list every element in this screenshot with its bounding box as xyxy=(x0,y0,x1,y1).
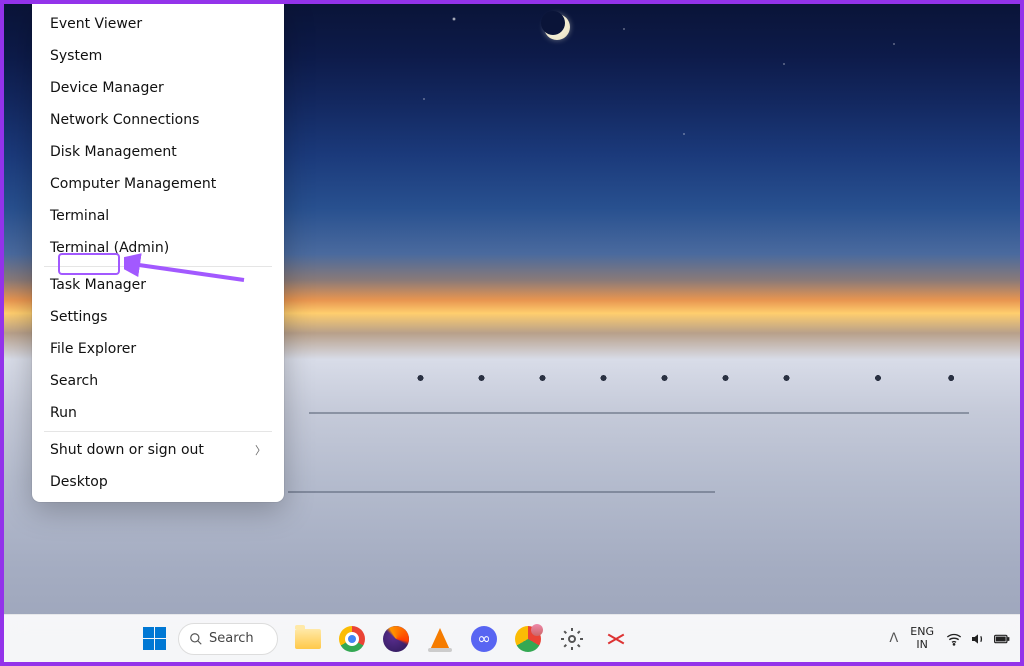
lang-line2: IN xyxy=(910,639,934,651)
tray-status-icons[interactable] xyxy=(946,631,1010,647)
menu-label: Event Viewer xyxy=(50,16,142,32)
menu-label: Terminal xyxy=(50,208,109,224)
menu-item-network-connections[interactable]: Network Connections xyxy=(36,104,280,136)
menu-item-shut-down[interactable]: Shut down or sign out 〉 xyxy=(36,434,280,466)
menu-item-system[interactable]: System xyxy=(36,40,280,72)
menu-label: Terminal (Admin) xyxy=(50,240,169,256)
menu-label: Device Manager xyxy=(50,80,164,96)
snipping-tool-icon xyxy=(602,625,630,653)
start-button[interactable] xyxy=(134,619,174,659)
menu-label: System xyxy=(50,48,102,64)
search-icon xyxy=(189,632,203,646)
taskbar-vlc[interactable] xyxy=(420,619,460,659)
battery-icon xyxy=(994,631,1010,647)
chrome-profile-icon xyxy=(514,625,542,653)
tray-overflow-button[interactable]: ᐱ xyxy=(889,631,898,646)
volume-icon xyxy=(970,631,986,647)
system-tray: ᐱ ENG IN xyxy=(889,626,1010,650)
menu-item-terminal[interactable]: Terminal xyxy=(36,200,280,232)
menu-item-disk-management[interactable]: Disk Management xyxy=(36,136,280,168)
menu-label: Desktop xyxy=(50,474,108,490)
menu-item-device-manager[interactable]: Device Manager xyxy=(36,72,280,104)
menu-label: Disk Management xyxy=(50,144,177,160)
taskbar-search[interactable]: Search xyxy=(178,623,278,655)
firefox-icon xyxy=(382,625,410,653)
lang-line1: ENG xyxy=(910,626,934,638)
chevron-right-icon: 〉 xyxy=(255,442,266,458)
file-explorer-icon xyxy=(294,625,322,653)
menu-item-computer-management[interactable]: Computer Management xyxy=(36,168,280,200)
taskbar-file-explorer[interactable] xyxy=(288,619,328,659)
wallpaper-line-1 xyxy=(309,412,969,414)
menu-item-task-manager[interactable]: Task Manager xyxy=(36,269,280,301)
gear-icon xyxy=(560,627,584,651)
taskbar-chrome[interactable] xyxy=(332,619,372,659)
chrome-icon xyxy=(338,625,366,653)
wallpaper-line-2 xyxy=(288,491,715,493)
language-indicator[interactable]: ENG IN xyxy=(910,626,934,650)
wifi-icon xyxy=(946,631,962,647)
taskbar-firefox[interactable] xyxy=(376,619,416,659)
menu-item-search[interactable]: Search xyxy=(36,365,280,397)
search-label: Search xyxy=(209,631,254,646)
menu-item-event-viewer[interactable]: Event Viewer xyxy=(36,8,280,40)
taskbar-center: Search ∞ xyxy=(134,619,636,659)
taskbar-discord[interactable]: ∞ xyxy=(464,619,504,659)
menu-separator xyxy=(44,266,272,267)
menu-item-file-explorer[interactable]: File Explorer xyxy=(36,333,280,365)
taskbar-settings[interactable] xyxy=(552,619,592,659)
menu-item-desktop[interactable]: Desktop xyxy=(36,466,280,498)
menu-label: Task Manager xyxy=(50,277,146,293)
windows-logo-icon xyxy=(143,627,166,650)
taskbar: Search ∞ ᐱ ENG IN xyxy=(4,614,1020,662)
wallpaper-treeline xyxy=(390,372,1000,384)
menu-item-settings[interactable]: Settings xyxy=(36,301,280,333)
menu-label: Settings xyxy=(50,309,107,325)
menu-label: Network Connections xyxy=(50,112,199,128)
discord-icon: ∞ xyxy=(470,625,498,653)
taskbar-chrome-profile[interactable] xyxy=(508,619,548,659)
winx-context-menu: Event Viewer System Device Manager Netwo… xyxy=(32,4,284,502)
taskbar-snipping-tool[interactable] xyxy=(596,619,636,659)
moon-graphic xyxy=(544,14,570,40)
menu-label: Search xyxy=(50,373,98,389)
menu-label: File Explorer xyxy=(50,341,136,357)
menu-label: Shut down or sign out xyxy=(50,442,204,458)
menu-separator xyxy=(44,431,272,432)
vlc-icon xyxy=(426,625,454,653)
menu-label: Computer Management xyxy=(50,176,216,192)
menu-item-run[interactable]: Run xyxy=(36,397,280,429)
menu-item-terminal-admin[interactable]: Terminal (Admin) xyxy=(36,232,280,264)
menu-label: Run xyxy=(50,405,77,421)
